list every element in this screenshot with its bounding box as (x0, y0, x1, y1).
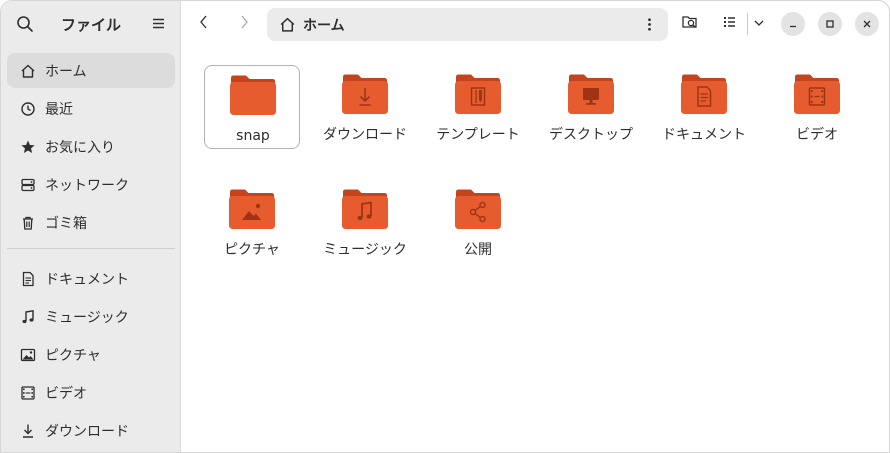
app-title: ファイル (60, 16, 121, 34)
file-name: ビデオ (796, 127, 838, 143)
sidebar-item-label: ミュージック (45, 309, 129, 326)
sidebar-item-label: 最近 (45, 101, 73, 118)
hamburger-menu-icon[interactable] (149, 14, 169, 34)
sidebar-item-label: ピクチャ (45, 347, 101, 364)
file-name: ミュージック (323, 242, 407, 258)
document-icon (19, 270, 37, 288)
view-options-button[interactable] (748, 13, 770, 35)
forward-button[interactable] (233, 13, 255, 35)
videos-folder-icon (794, 74, 840, 114)
minimize-icon (787, 15, 799, 34)
sidebar-item-label: ドキュメント (45, 271, 129, 288)
sidebar-item-videos[interactable]: ビデオ (7, 375, 175, 410)
public-folder-icon (455, 189, 501, 229)
sidebar-item-downloads[interactable]: ダウンロード (7, 413, 175, 448)
file-item-public[interactable]: 公開 (430, 180, 526, 264)
sidebar-item-trash[interactable]: ゴミ箱 (7, 205, 175, 240)
search-folder-icon (680, 12, 700, 36)
file-name: ドキュメント (662, 127, 746, 143)
documents-folder-icon (681, 74, 727, 114)
close-icon (861, 15, 873, 34)
list-view-icon (721, 13, 739, 35)
sidebar-item-recent[interactable]: 最近 (7, 91, 175, 126)
file-name: テンプレート (436, 127, 520, 143)
chevron-right-icon (237, 14, 251, 34)
file-item-templates[interactable]: テンプレート (430, 65, 526, 171)
header-bar: ホーム (181, 1, 889, 47)
templates-folder-icon (455, 74, 501, 114)
search-icon[interactable] (15, 14, 35, 34)
path-bar[interactable]: ホーム (267, 8, 668, 41)
maximize-button[interactable] (818, 12, 842, 36)
music-icon (19, 308, 37, 326)
sidebar-separator (7, 248, 175, 249)
video-icon (19, 384, 37, 402)
sidebar-item-label: ダウンロード (45, 423, 129, 440)
sidebar-item-home[interactable]: ホーム (7, 53, 175, 88)
list-view-button[interactable] (719, 13, 741, 35)
file-item-music[interactable]: ミュージック (317, 180, 413, 286)
file-manager-window: ファイル ホーム 最近 お気に入り ネットワーク ゴミ箱 ドキュメント ミュージ… (0, 0, 890, 453)
file-item-snap[interactable]: snap (204, 65, 300, 149)
file-item-downloads[interactable]: ダウンロード (317, 65, 413, 171)
sidebar-item-documents[interactable]: ドキュメント (7, 261, 175, 296)
clock-icon (19, 100, 37, 118)
maximize-icon (824, 15, 836, 34)
sidebar-item-pictures[interactable]: ピクチャ (7, 337, 175, 372)
sidebar-item-music[interactable]: ミュージック (7, 299, 175, 334)
sidebar-item-network[interactable]: ネットワーク (7, 167, 175, 202)
downloads-folder-icon (342, 74, 388, 114)
sidebar-item-label: ゴミ箱 (45, 215, 87, 232)
sidebar-item-label: ビデオ (45, 385, 87, 402)
file-item-desktop[interactable]: デスクトップ (543, 65, 639, 171)
sidebar-item-starred[interactable]: お気に入り (7, 129, 175, 164)
trash-icon (19, 214, 37, 232)
sidebar-list: ホーム 最近 お気に入り ネットワーク ゴミ箱 ドキュメント ミュージック ピク… (7, 53, 175, 451)
more-options-icon[interactable] (641, 16, 658, 33)
file-item-pictures[interactable]: ピクチャ (204, 180, 300, 264)
minimize-button[interactable] (781, 12, 805, 36)
star-icon (19, 138, 37, 156)
close-button[interactable] (855, 12, 879, 36)
path-current-folder: ホーム (303, 18, 345, 34)
chevron-left-icon (197, 14, 211, 34)
network-icon (19, 176, 37, 194)
home-icon (279, 16, 296, 33)
file-grid: snap ダウンロード テンプレート デスクトップ ドキュメント ビデオ ピクチ… (181, 47, 889, 452)
pictures-folder-icon (229, 189, 275, 229)
back-button[interactable] (193, 13, 215, 35)
folder-icon (230, 75, 276, 115)
download-icon (19, 422, 37, 440)
home-icon (19, 62, 37, 80)
sidebar-item-label: お気に入り (45, 139, 115, 156)
file-name: 公開 (464, 242, 492, 258)
sidebar-item-label: ホーム (45, 63, 87, 80)
file-name: ピクチャ (224, 242, 280, 258)
desktop-folder-icon (568, 74, 614, 114)
file-name: デスクトップ (549, 127, 633, 143)
sidebar-item-label: ネットワーク (45, 177, 129, 194)
chevron-down-icon (752, 15, 766, 34)
search-files-button[interactable] (679, 13, 701, 35)
sidebar-header: ファイル (1, 1, 181, 47)
sidebar: ファイル ホーム 最近 お気に入り ネットワーク ゴミ箱 ドキュメント ミュージ… (1, 1, 181, 452)
file-name: ダウンロード (323, 127, 407, 143)
file-name: snap (236, 128, 270, 144)
file-item-videos[interactable]: ビデオ (769, 65, 865, 149)
file-item-documents[interactable]: ドキュメント (656, 65, 752, 171)
picture-icon (19, 346, 37, 364)
music-folder-icon (342, 189, 388, 229)
